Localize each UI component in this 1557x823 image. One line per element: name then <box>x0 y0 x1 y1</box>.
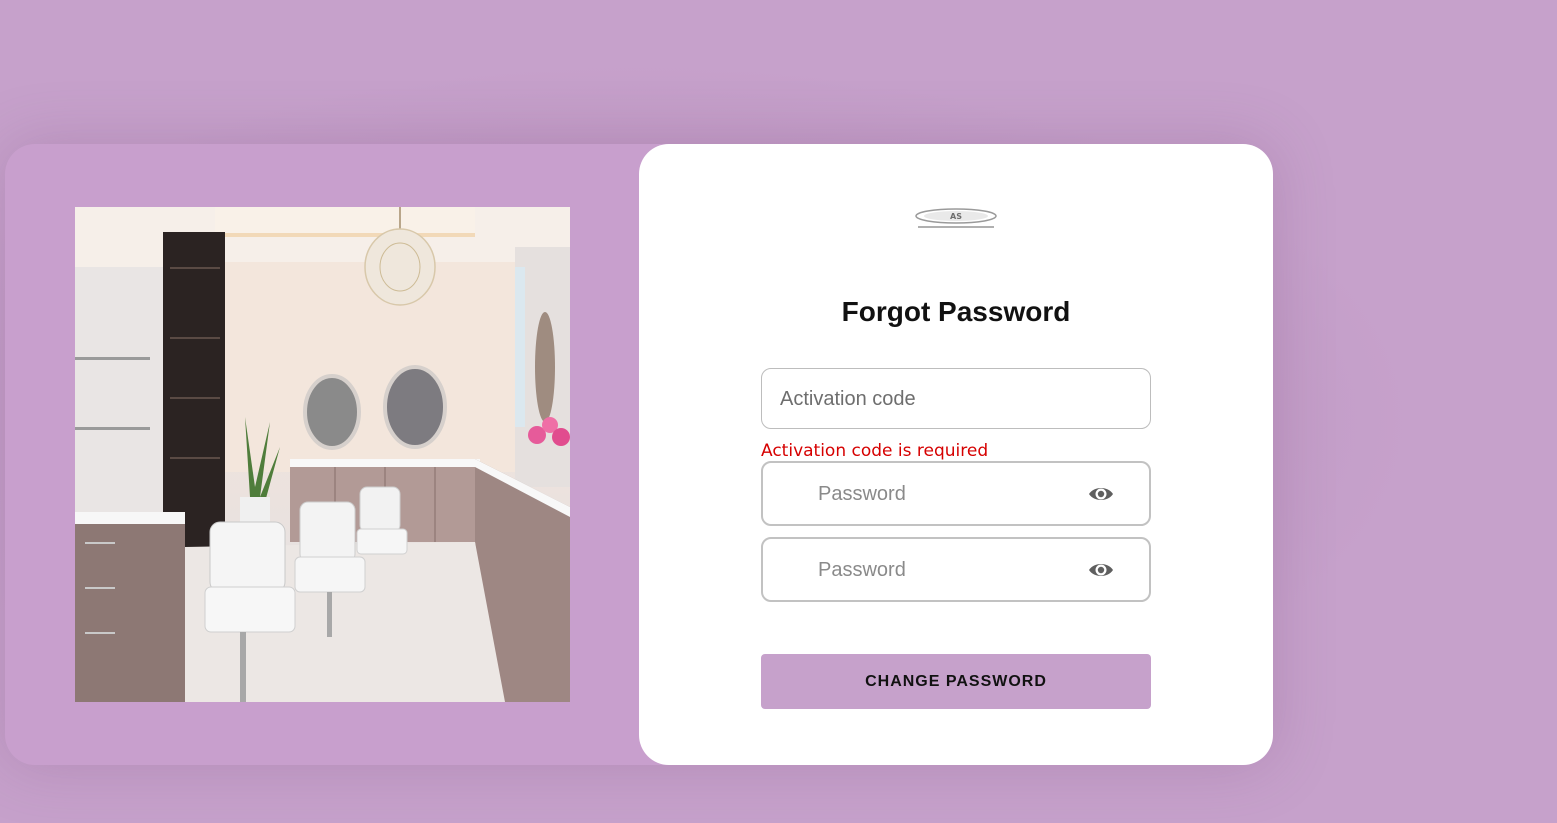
confirm-password-field[interactable] <box>761 537 1151 602</box>
activation-code-input[interactable] <box>778 369 1132 430</box>
activation-code-error: Activation code is required <box>761 441 989 461</box>
svg-text:AS: AS <box>950 212 962 221</box>
change-password-button[interactable]: CHANGE PASSWORD <box>761 654 1151 709</box>
eye-icon[interactable] <box>1087 483 1115 505</box>
salon-photo <box>75 207 570 702</box>
password-field[interactable] <box>761 461 1151 526</box>
confirm-password-input[interactable] <box>816 539 1080 602</box>
salon-illustration <box>75 207 570 702</box>
password-input[interactable] <box>816 463 1080 526</box>
page-title: Forgot Password <box>841 296 1071 327</box>
eye-icon[interactable] <box>1087 559 1115 581</box>
activation-code-field[interactable] <box>761 368 1151 430</box>
brand-logo: AS <box>915 208 997 228</box>
